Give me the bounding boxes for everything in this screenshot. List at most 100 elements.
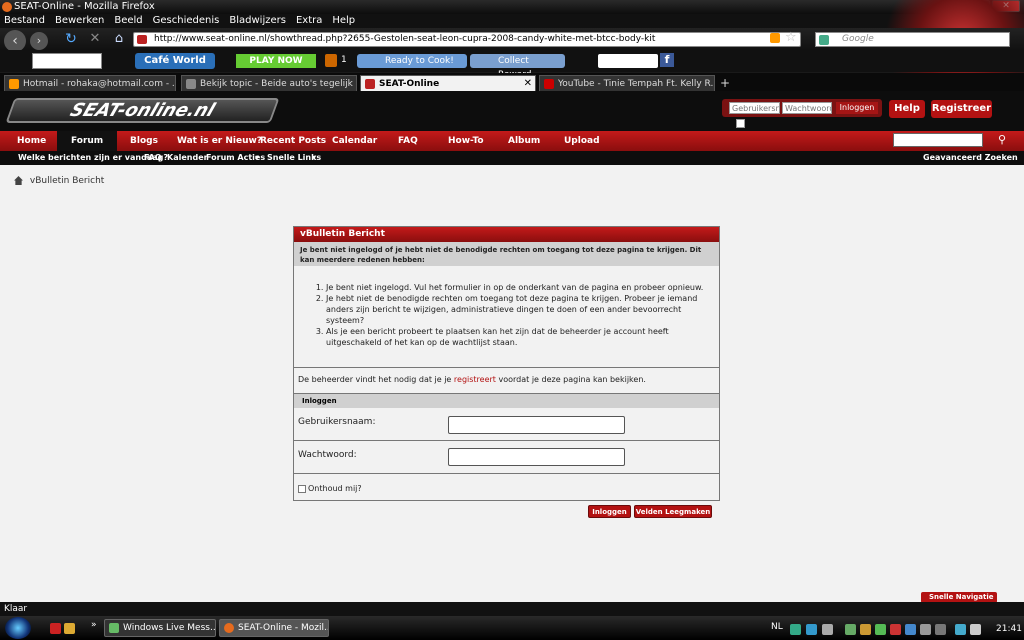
collect-reward-button[interactable]: Collect Reward [470, 54, 565, 80]
tab-label: YouTube - Tinie Tempah Ft. Kelly R... [558, 79, 715, 89]
seat-online-icon [365, 79, 375, 89]
reload-icon[interactable]: ↻ [62, 30, 80, 48]
google-icon [819, 35, 829, 45]
volume-icon[interactable] [970, 624, 981, 635]
tray-icon[interactable] [822, 624, 833, 635]
site-favicon [137, 35, 147, 44]
url-bar[interactable]: http://www.seat-online.nl/showthread.php… [133, 32, 801, 47]
nav-calendar[interactable]: Calendar [332, 131, 377, 151]
header-username-input[interactable] [729, 102, 780, 114]
tray-icon[interactable] [890, 624, 901, 635]
menu-help[interactable]: Help [332, 14, 355, 28]
menu-beeld[interactable]: Beeld [114, 14, 142, 28]
task-windows-live-messenger[interactable]: Windows Live Mess... [104, 619, 216, 637]
clear-fields-button[interactable]: Velden Leegmaken [634, 505, 712, 518]
messenger-icon [109, 623, 119, 633]
login-section-header: Inloggen [294, 394, 719, 408]
page-viewport: SEAT-online.nl Inloggen Help Registreer … [0, 91, 1024, 602]
tab-bekijk-topic[interactable]: Bekijk topic - Beide auto's tegelijk g..… [181, 75, 357, 91]
firefox-icon [224, 623, 234, 633]
tray-icon[interactable] [920, 624, 931, 635]
help-icon[interactable] [806, 624, 817, 635]
nav-how-to[interactable]: How-To [448, 131, 484, 151]
subnav-kalender[interactable]: Kalender [167, 151, 208, 165]
bookmark-star-icon[interactable]: ☆ [785, 30, 797, 45]
toolbar-field[interactable] [598, 54, 658, 68]
home-icon[interactable] [14, 176, 23, 185]
site-header: SEAT-online.nl Inloggen Help Registreer [0, 91, 1024, 131]
nav-blogs[interactable]: Blogs [130, 131, 158, 151]
breadcrumb: vBulletin Bericht [14, 176, 104, 186]
start-button[interactable] [5, 617, 31, 639]
close-tab-icon[interactable]: ✕ [524, 76, 532, 91]
clock[interactable]: 21:41 [996, 624, 1022, 634]
quicklaunch-expand-icon[interactable]: » [91, 620, 97, 630]
tray-icon[interactable] [935, 624, 946, 635]
advanced-search-link[interactable]: Geavanceerd Zoeken [923, 151, 1018, 165]
header-remember-checkbox[interactable] [736, 119, 745, 128]
nav-album[interactable]: Album [508, 131, 540, 151]
nav-faq[interactable]: FAQ [398, 131, 418, 151]
username-row: Gebruikersnaam: [294, 408, 719, 441]
search-icon[interactable]: ⚲ [998, 133, 1010, 147]
menu-extra[interactable]: Extra [296, 14, 322, 28]
tray-icon[interactable] [905, 624, 916, 635]
forward-arrow-icon[interactable]: › [30, 32, 48, 50]
menu-geschiedenis[interactable]: Geschiedenis [153, 14, 220, 28]
password-row: Wachtwoord: [294, 441, 719, 474]
facebook-icon[interactable]: f [660, 53, 674, 67]
site-search-input[interactable] [893, 133, 983, 147]
tab-seat-online[interactable]: SEAT-Online ✕ [360, 75, 536, 91]
header-login-button[interactable]: Inloggen [836, 102, 878, 114]
ready-to-cook-button[interactable]: Ready to Cook! [357, 54, 467, 68]
header-password-input[interactable] [782, 102, 832, 114]
network-icon[interactable] [955, 624, 966, 635]
header-login-form: Inloggen [722, 99, 882, 117]
play-now-button[interactable]: PLAY NOW [236, 54, 316, 68]
url-text: http://www.seat-online.nl/showthread.php… [154, 34, 656, 44]
cafe-world-button[interactable]: Café World [135, 53, 215, 69]
tray-icon[interactable] [860, 624, 871, 635]
register-text-pre: De beheerder vindt het nodig dat je je [298, 375, 454, 384]
status-bar: Klaar [0, 602, 1024, 616]
remember-me[interactable]: Onthoud mij? [298, 484, 362, 493]
new-tab-icon[interactable]: + [720, 76, 730, 90]
home-icon[interactable]: ⌂ [110, 30, 128, 48]
quicklaunch-icon[interactable] [64, 623, 75, 634]
reason-item: Je bent niet ingelogd. Vul het formulier… [326, 282, 711, 293]
subnav-faq[interactable]: FAQ [144, 151, 162, 165]
remember-checkbox[interactable] [298, 484, 306, 493]
tab-youtube[interactable]: YouTube - Tinie Tempah Ft. Kelly R... [539, 75, 715, 91]
tab-label: SEAT-Online [379, 79, 440, 89]
tab-hotmail[interactable]: Hotmail - rohaka@hotmail.com - ... [4, 75, 176, 91]
language-indicator[interactable]: NL [771, 622, 783, 632]
remember-label: Onthoud mij? [308, 484, 362, 493]
nav-wat-is-er-nieuw[interactable]: Wat is er Nieuw? [177, 131, 262, 151]
help-button[interactable]: Help [889, 100, 925, 118]
menu-bestand[interactable]: Bestand [4, 14, 45, 28]
stop-icon[interactable]: ✕ [86, 30, 104, 48]
register-link[interactable]: registreert [454, 375, 496, 384]
tray-icon[interactable] [790, 624, 801, 635]
nav-forum[interactable]: Forum [57, 131, 118, 151]
menu-bladwijzers[interactable]: Bladwijzers [229, 14, 286, 28]
nav-home[interactable]: Home [17, 131, 46, 151]
password-input[interactable] [448, 448, 625, 466]
quick-navigation-button[interactable]: Snelle Navigatie [921, 592, 997, 602]
login-button[interactable]: Inloggen [588, 505, 631, 518]
menu-bewerken[interactable]: Bewerken [55, 14, 104, 28]
search-input[interactable]: Google [815, 32, 1010, 47]
firefox-icon [2, 2, 12, 12]
toolbar-dropdown[interactable] [32, 53, 102, 69]
tray-icon[interactable] [845, 624, 856, 635]
nav-upload[interactable]: Upload [564, 131, 600, 151]
task-firefox[interactable]: SEAT-Online - Mozil... [219, 619, 329, 637]
rss-icon[interactable] [770, 33, 780, 43]
nav-recent-posts[interactable]: Recent Posts [260, 131, 326, 151]
tray-icon[interactable] [875, 624, 886, 635]
site-logo[interactable]: SEAT-online.nl [5, 98, 280, 123]
back-arrow-icon[interactable]: ‹ [4, 30, 26, 52]
quicklaunch-icon[interactable] [50, 623, 61, 634]
username-input[interactable] [448, 416, 625, 434]
register-button[interactable]: Registreer [931, 100, 992, 118]
